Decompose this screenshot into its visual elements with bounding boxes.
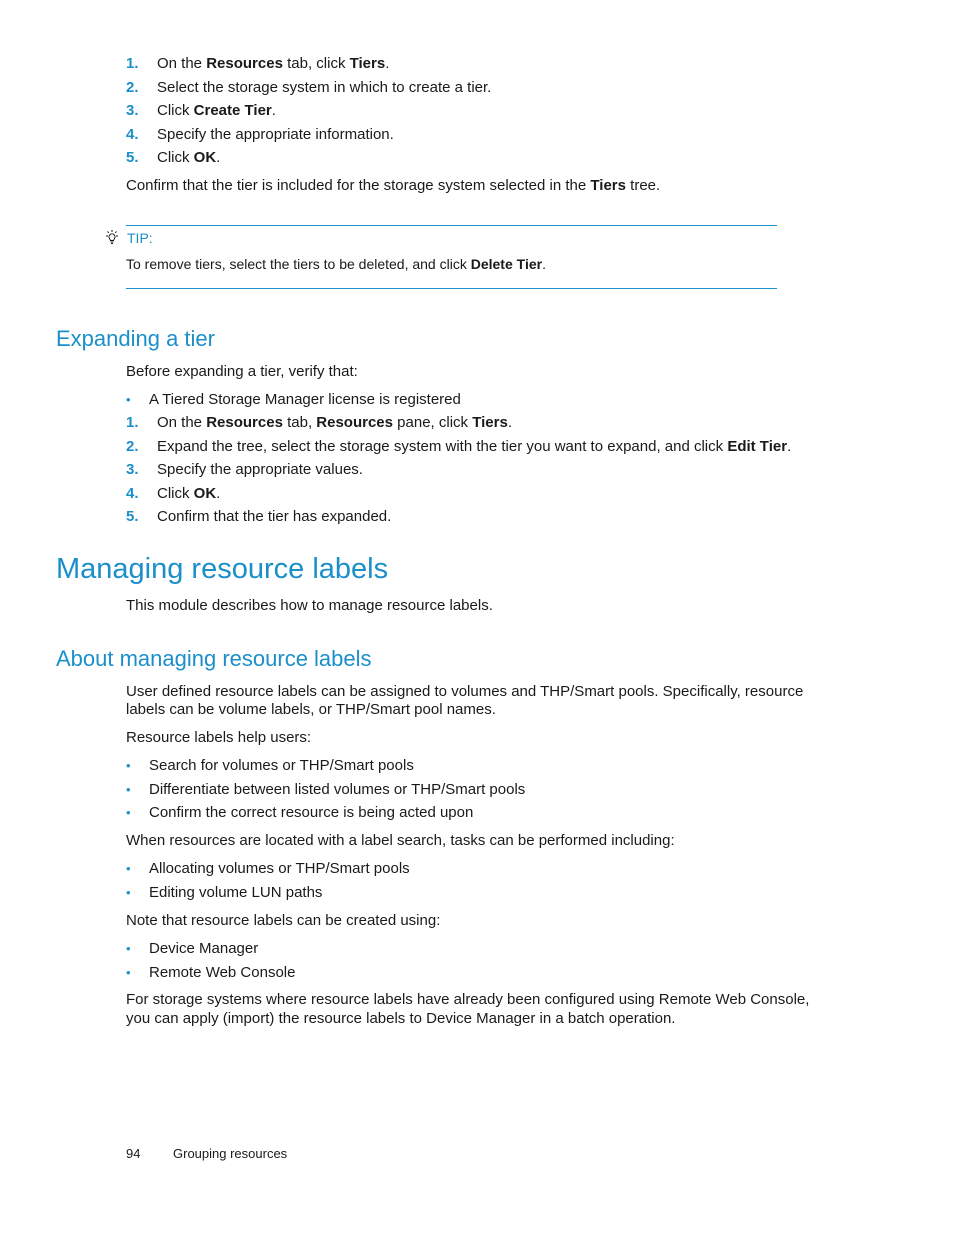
step-text: Specify the appropriate information. (157, 125, 394, 143)
step-number: 1. (126, 414, 139, 431)
emphasis: Create Tier (193, 102, 272, 119)
about-para1-line2: labels can be volume labels, or THP/Smar… (126, 701, 496, 718)
expanding-heading: Expanding a tier (56, 326, 215, 351)
help-intro: Resource labels help users: (126, 729, 312, 746)
bullet-text: Confirm the correct resource is being ac… (149, 804, 474, 821)
tasks-intro: When resources are located with a label … (126, 832, 675, 849)
step-number: 2. (126, 437, 139, 455)
bullet-icon: • (126, 758, 131, 773)
bullet-text: Device Manager (149, 940, 259, 957)
step-item: 5. Click OK. (126, 149, 220, 167)
bullet-icon: • (126, 964, 131, 980)
bullet-item: • A Tiered Storage Manager license is reg… (126, 391, 461, 409)
bullet-text: A Tiered Storage Manager license is regi… (149, 391, 461, 408)
tip-label: TIP: (127, 230, 153, 246)
step-text: Click Create Tier. (157, 102, 276, 119)
bullet-icon: • (126, 392, 131, 407)
footer-section: Grouping resources (173, 1146, 288, 1161)
step-number: 3. (126, 461, 139, 478)
bullet-item: • Confirm the correct resource is being a… (126, 804, 473, 822)
bullet-text: Search for volumes or THP/Smart pools (149, 757, 414, 774)
bullet-item: • Differentiate between listed volumes or… (126, 781, 525, 799)
step-text: Expand the tree, select the storage syst… (157, 437, 792, 455)
bullet-text: Differentiate between listed volumes or … (149, 780, 526, 798)
step-item: 2. Select the storage system in which to … (126, 79, 491, 97)
emphasis: Tiers (590, 177, 626, 194)
emphasis: Resources (316, 414, 393, 431)
about-para1-line1: User defined resource labels can be assi… (126, 683, 804, 700)
emphasis: Resources (206, 414, 283, 431)
bullet-text: Editing volume LUN paths (149, 884, 323, 901)
step-number: 1. (126, 55, 139, 72)
step-item: 5. Confirm that the tier has expanded. (126, 508, 391, 526)
bullet-text: Remote Web Console (149, 963, 296, 981)
expanding-intro: Before expanding a tier, verify that: (126, 363, 358, 380)
step-number: 4. (126, 125, 139, 143)
emphasis: Edit Tier (727, 437, 788, 455)
bullet-icon: • (126, 805, 131, 820)
managing-heading: Managing resource labels (56, 553, 389, 585)
tip-bottom-rule (126, 288, 777, 289)
step-text: Click OK. (157, 149, 221, 166)
about-heading: About managing resource labels (56, 646, 372, 671)
step-number: 3. (126, 102, 139, 119)
emphasis: OK (193, 484, 217, 502)
bullet-text: Allocating volumes or THP/Smart pools (149, 860, 410, 877)
step-item: 4. Specify the appropriate information. (126, 126, 394, 144)
step-number: 5. (126, 508, 139, 525)
step-text: Confirm that the tier has expanded. (157, 508, 392, 525)
emphasis: Tiers (472, 414, 508, 431)
bullet-icon: • (126, 781, 131, 797)
final-line2: you can apply (import) the resource labe… (126, 1010, 676, 1027)
step-text: On the Resources tab, click Tiers. (157, 55, 390, 72)
step-item: 1. On the Resources tab, click Tiers. (126, 55, 389, 73)
bullet-item: • Editing volume LUN paths (126, 884, 322, 902)
bullet-item: • Remote Web Console (126, 964, 295, 982)
step-text: On the Resources tab, Resources pane, cl… (157, 414, 512, 431)
lightbulb-icon (103, 229, 121, 247)
emphasis: Tiers (349, 55, 386, 72)
bullet-item: • Device Manager (126, 940, 258, 958)
emphasis: Delete Tier (470, 256, 543, 272)
emphasis: OK (193, 149, 217, 166)
bullet-item: • Search for volumes or THP/Smart pools (126, 757, 414, 775)
step-item: 1. On the Resources tab, Resources pane, … (126, 414, 512, 432)
step-item: 4. Click OK. (126, 485, 220, 503)
step-item: 3. Click Create Tier. (126, 102, 276, 120)
final-line1: For storage systems where resource label… (126, 991, 810, 1008)
step-text: Click OK. (157, 484, 221, 502)
tip-top-rule (126, 225, 777, 226)
tip-text: To remove tiers, select the tiers to be … (126, 256, 546, 272)
bullet-icon: • (126, 861, 131, 876)
page-number: 94 (126, 1146, 141, 1161)
step-text: Specify the appropriate values. (157, 461, 363, 478)
step-number: 5. (126, 149, 139, 166)
bullet-icon: • (126, 941, 131, 956)
step-item: 2. Expand the tree, select the storage sy… (126, 438, 791, 456)
created-intro: Note that resource labels can be created… (126, 912, 441, 929)
step-item: 3. Specify the appropriate values. (126, 461, 363, 479)
step-number: 2. (126, 78, 139, 96)
emphasis: Resources (206, 55, 283, 72)
step-text: Select the storage system in which to cr… (157, 78, 492, 96)
managing-intro: This module describes how to manage reso… (126, 597, 493, 614)
bullet-item: • Allocating volumes or THP/Smart pools (126, 860, 410, 878)
step-number: 4. (126, 484, 139, 502)
bullet-icon: • (126, 885, 131, 900)
confirm-text: Confirm that the tier is included for th… (126, 177, 661, 194)
